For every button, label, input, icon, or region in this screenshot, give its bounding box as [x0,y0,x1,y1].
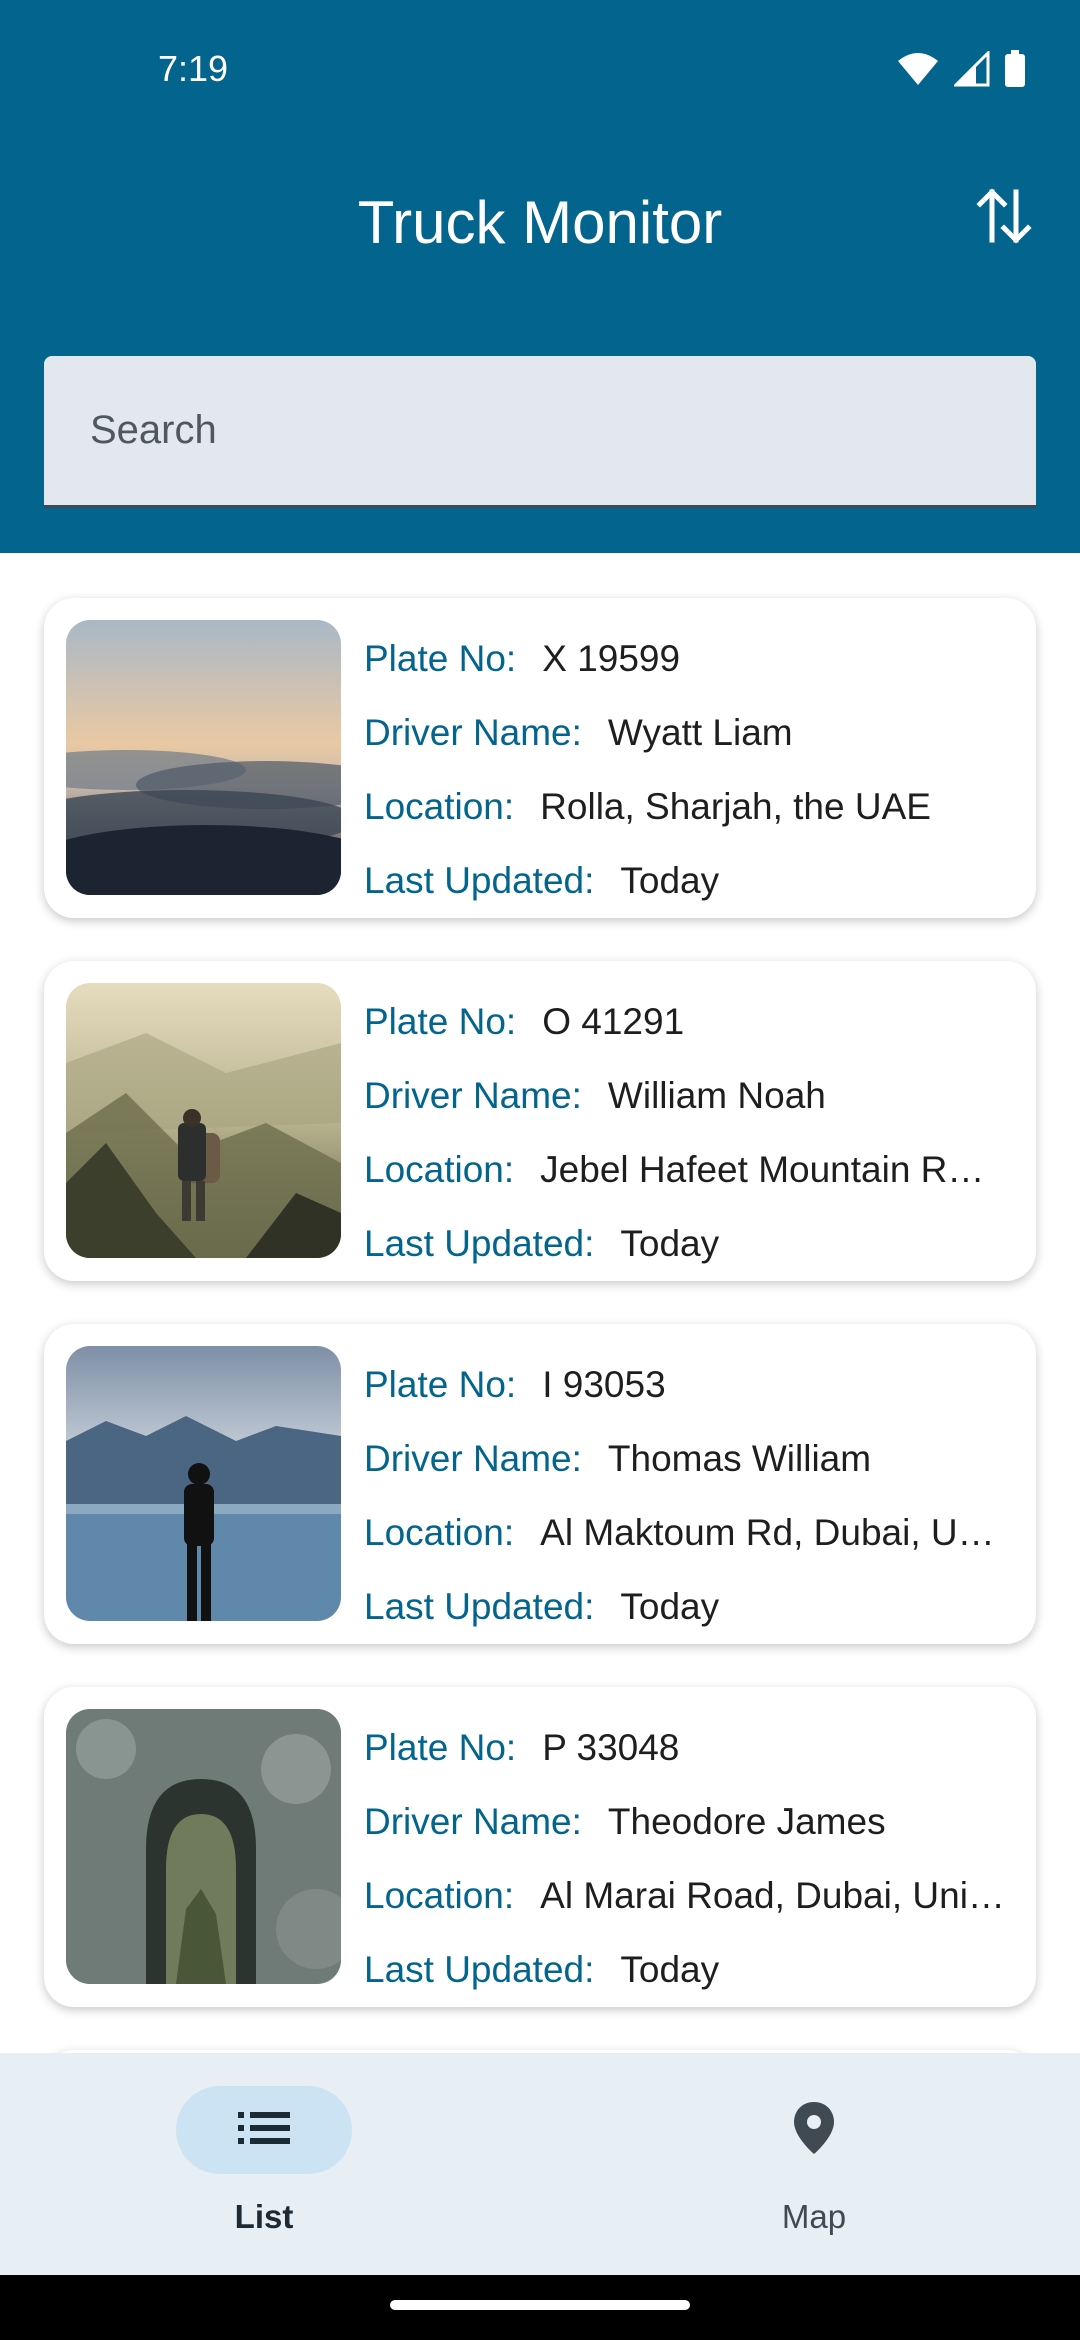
updated-value: Today [620,1223,720,1264]
driver-label: Driver Name: [364,1801,582,1842]
location-value: Rolla, Sharjah, the UAE [540,786,931,827]
plate-label: Plate No: [364,1727,517,1768]
plate-value: O 41291 [542,1001,685,1042]
location-value: Al Maktoum Rd, Dubai, U… [540,1512,995,1553]
map-pin-icon [792,2100,836,2161]
updated-label: Last Updated: [364,1949,595,1990]
plate-value: I 93053 [542,1364,666,1405]
driver-label: Driver Name: [364,712,582,753]
plate-value: P 33048 [542,1727,680,1768]
driver-value: Wyatt Liam [607,712,793,753]
plate-label: Plate No: [364,638,517,679]
updated-value: Today [620,860,720,901]
plate-label: Plate No: [364,1364,517,1405]
list-icon [238,2108,290,2153]
truck-card[interactable]: Plate No: X 19599 Driver Name: Wyatt Liam … [44,598,1036,918]
search-field[interactable] [44,356,1036,508]
truck-card[interactable]: Plate No: I 93053 Driver Name: Thomas Will… [44,1324,1036,1644]
lake-photo [66,1346,341,1621]
wifi-icon [896,51,940,92]
driver-value: Thomas William [607,1438,872,1479]
truck-card[interactable]: Plate No: P 33048 Driver Name: Theodore Ja… [44,1687,1036,2007]
updated-value: Today [620,1949,720,1990]
updated-label: Last Updated: [364,1223,595,1264]
home-gesture-handle[interactable] [390,2300,690,2310]
sort-button[interactable] [970,182,1038,254]
driver-label: Driver Name: [364,1075,582,1116]
nav-label-map: Map [781,2198,847,2235]
updated-label: Last Updated: [364,860,595,901]
bottom-navigation: List Map [0,2053,1080,2275]
location-label: Location: [364,786,515,827]
nav-item-map[interactable]: Map [684,2086,944,2246]
location-label: Location: [364,1512,515,1553]
page-title: Truck Monitor [357,189,723,256]
hiker-photo [66,983,341,1258]
truck-photo [66,1346,341,1621]
sort-arrows-icon [974,186,1034,251]
status-time: 7:19 [158,48,229,89]
clouds-photo [66,620,341,895]
cave-photo [66,1709,341,1984]
location-label: Location: [364,1875,515,1916]
cell-signal-icon [952,49,990,92]
updated-label: Last Updated: [364,1586,595,1627]
location-label: Location: [364,1149,515,1190]
truck-photo [66,983,341,1258]
updated-value: Today [620,1586,720,1627]
nav-indicator [726,2086,902,2174]
driver-label: Driver Name: [364,1438,582,1479]
truck-photo [66,1709,341,1984]
location-value: Al Marai Road, Dubai, Uni… [540,1875,1005,1916]
system-gesture-bar [0,2275,1080,2340]
search-input[interactable] [44,356,1036,505]
truck-photo [66,620,341,895]
app-header: 7:19 Truck Monitor [0,0,1080,553]
plate-label: Plate No: [364,1001,517,1042]
nav-label-list: List [234,2198,294,2235]
driver-value: William Noah [607,1075,826,1116]
location-value: Jebel Hafeet Mountain R… [540,1149,985,1190]
battery-icon [1004,50,1026,93]
plate-value: X 19599 [542,638,681,679]
nav-item-list[interactable]: List [134,2086,394,2246]
status-icons [896,49,1026,93]
truck-card[interactable]: Plate No: O 41291 Driver Name: William Noa… [44,961,1036,1281]
truck-list[interactable]: Plate No: X 19599 Driver Name: Wyatt Liam … [0,553,1080,2053]
driver-value: Theodore James [607,1801,886,1842]
nav-active-indicator [176,2086,352,2174]
